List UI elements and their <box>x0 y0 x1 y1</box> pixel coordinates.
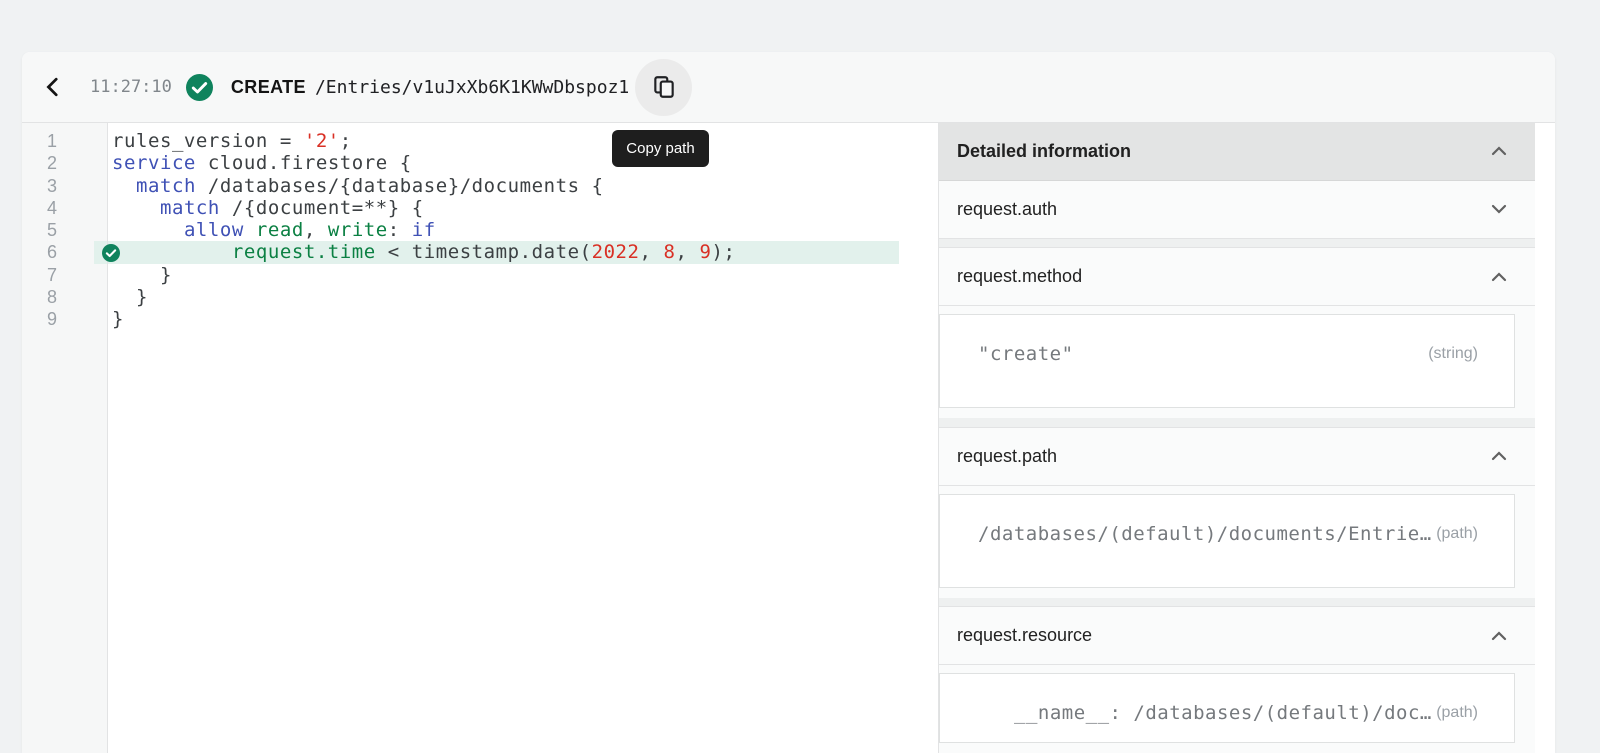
gutter-lines: 123456789 <box>22 123 108 753</box>
value-box: "create" (string) <box>939 314 1515 408</box>
code-line[interactable]: request.time < timestamp.date(2022, 8, 9… <box>108 241 938 263</box>
content-split: 123456789 rules_version = '2';service cl… <box>22 123 1555 753</box>
request-method-content: "create" (string) <box>939 306 1535 418</box>
code-line[interactable]: allow read, write: if <box>108 219 938 241</box>
copy-path-tooltip: Copy path <box>612 130 709 167</box>
line-number: 9 <box>22 308 107 330</box>
request-path-content: /databases/(default)/documents/Entrie… (… <box>939 486 1535 598</box>
copy-icon <box>651 74 677 100</box>
request-method-value: "create" <box>978 343 1074 365</box>
line-allow-check-icon <box>102 244 120 262</box>
detail-panel: Detailed information request.auth reques… <box>939 123 1535 753</box>
request-path-section-label: request.path <box>957 446 1487 467</box>
value-box: /databases/(default)/documents/Entrie… (… <box>939 494 1515 588</box>
value-type-path: (path) <box>1436 523 1478 543</box>
line-number: 1 <box>22 130 107 152</box>
code-line[interactable]: } <box>108 286 938 308</box>
section-divider <box>939 239 1535 248</box>
chevron-down-icon[interactable] <box>1487 197 1511 221</box>
request-method-section-label: request.method <box>957 266 1487 287</box>
request-path-text: /Entries/v1uJxXb6K1KWwDbspoz1 <box>315 77 629 98</box>
chevron-up-icon[interactable] <box>1487 624 1511 648</box>
copy-path-button[interactable] <box>635 59 692 116</box>
request-resource-name-value: __name__: /databases/(default)/doc… <box>978 702 1432 724</box>
line-number: 8 <box>22 286 107 308</box>
request-path-value: /databases/(default)/documents/Entrie… <box>978 523 1432 545</box>
request-auth-label: request.auth <box>957 199 1487 220</box>
back-chevron-icon <box>42 76 64 98</box>
line-number: 6 <box>22 241 107 263</box>
rules-code-editor[interactable]: 123456789 rules_version = '2';service cl… <box>22 123 939 753</box>
allow-check-icon <box>186 74 213 101</box>
detailed-information-label: Detailed information <box>957 141 1487 162</box>
code-lines: rules_version = '2';service cloud.firest… <box>108 123 938 753</box>
detailed-information-header[interactable]: Detailed information <box>939 123 1535 181</box>
section-request-auth[interactable]: request.auth <box>939 181 1535 239</box>
chevron-up-icon[interactable] <box>1487 139 1511 163</box>
chevron-up-icon[interactable] <box>1487 265 1511 289</box>
section-divider <box>939 598 1535 607</box>
section-request-resource[interactable]: request.resource <box>939 607 1535 665</box>
section-divider <box>939 418 1535 427</box>
section-request-path[interactable]: request.path <box>939 428 1535 486</box>
code-line[interactable]: } <box>108 308 938 330</box>
request-resource-section-label: request.resource <box>957 625 1487 646</box>
line-number: 5 <box>22 219 107 241</box>
code-line[interactable]: match /{document=**} { <box>108 197 938 219</box>
back-button[interactable] <box>36 70 70 104</box>
value-type-path: (path) <box>1436 702 1478 722</box>
chevron-up-icon[interactable] <box>1487 444 1511 468</box>
log-detail-card: 11:27:10 CREATE /Entries/v1uJxXb6K1KWwDb… <box>22 52 1555 753</box>
code-line[interactable]: rules_version = '2'; <box>108 130 938 152</box>
value-box: __name__: /databases/(default)/doc… (pat… <box>939 673 1515 743</box>
value-type-string: (string) <box>1428 343 1478 363</box>
right-scroll-gutter[interactable] <box>1535 123 1554 753</box>
code-line[interactable]: match /databases/{database}/documents { <box>108 175 938 197</box>
line-number: 7 <box>22 264 107 286</box>
line-number: 3 <box>22 175 107 197</box>
section-request-method[interactable]: request.method <box>939 248 1535 306</box>
code-line[interactable]: } <box>108 264 938 286</box>
line-number: 2 <box>22 152 107 174</box>
code-line[interactable]: service cloud.firestore { <box>108 152 938 174</box>
request-method-label: CREATE <box>231 77 306 98</box>
request-resource-content: __name__: /databases/(default)/doc… (pat… <box>939 665 1535 753</box>
toolbar: 11:27:10 CREATE /Entries/v1uJxXb6K1KWwDb… <box>22 52 1555 123</box>
line-number: 4 <box>22 197 107 219</box>
timestamp: 11:27:10 <box>90 77 172 97</box>
